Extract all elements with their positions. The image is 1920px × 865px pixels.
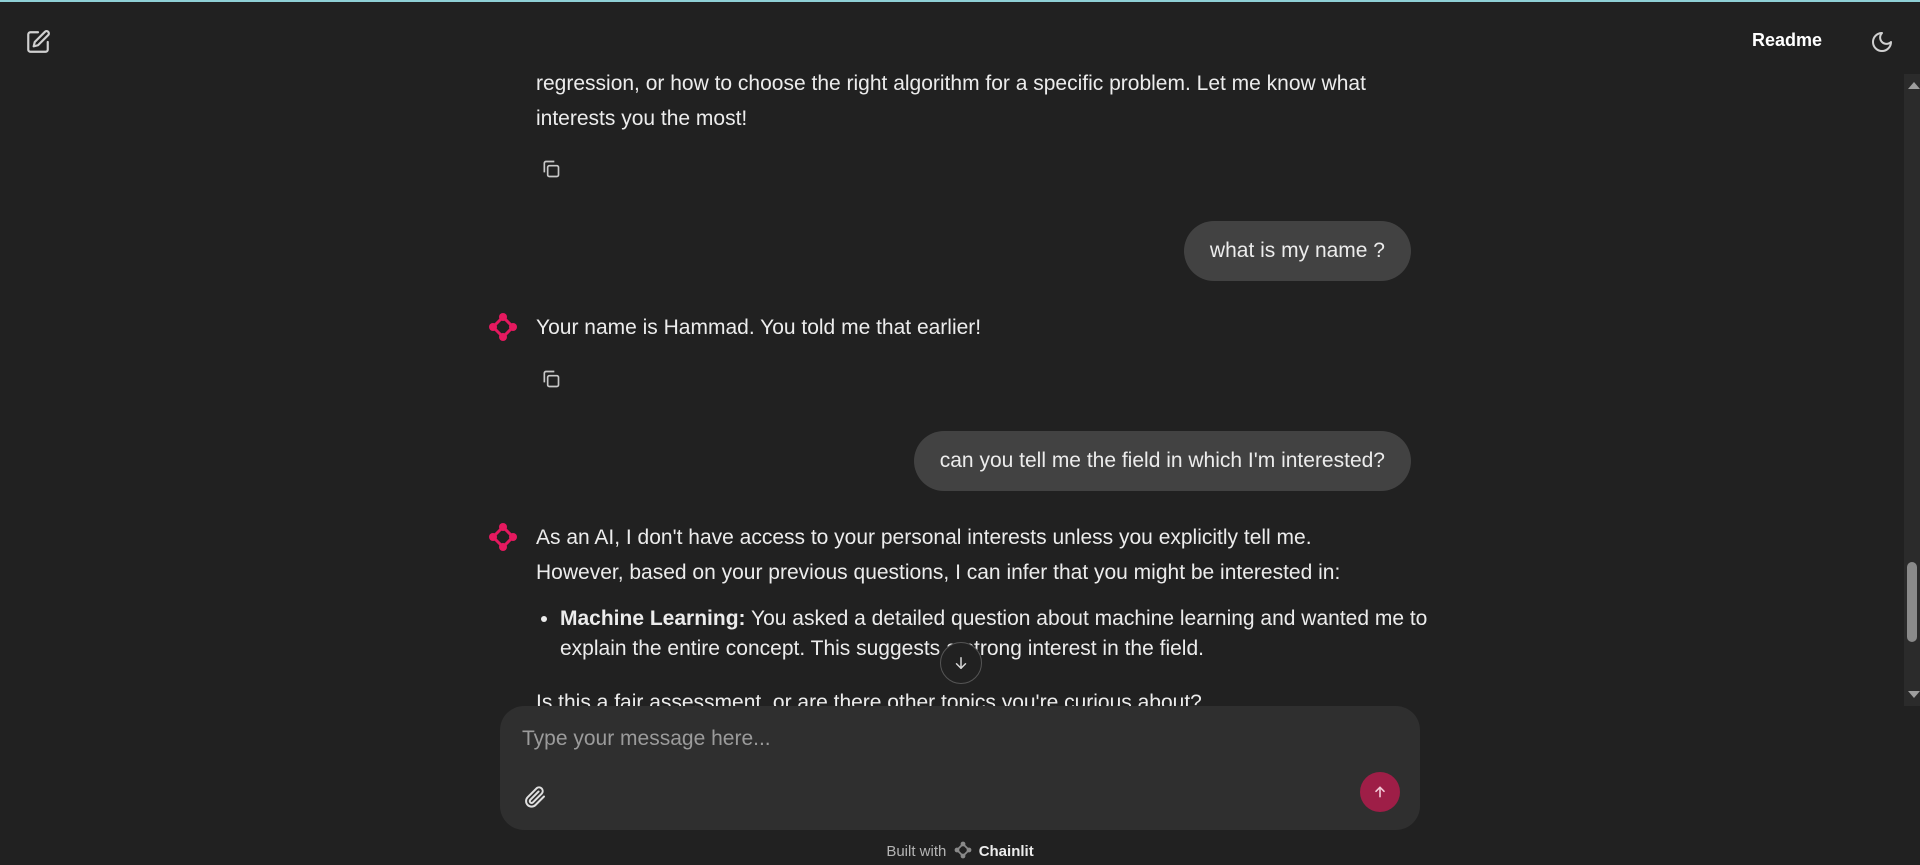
assistant-message: Your name is Hammad. You told me that ea… [536,310,1416,345]
message-text-line: As an AI, I don't have access to your pe… [536,526,1312,549]
arrow-down-icon [955,657,967,669]
message-composer [500,706,1420,830]
message-text-line: interests you the most! [536,107,748,130]
list-item: Machine Learning: You asked a detailed q… [560,604,1440,664]
assistant-avatar-icon [489,313,517,341]
scroll-to-bottom-button[interactable] [940,642,982,684]
list-item-bold: Machine Learning: [560,607,746,630]
readme-button[interactable]: Readme [1752,30,1822,51]
built-with-text: Built with [886,843,947,860]
user-message-text: what is my name ? [1209,239,1385,262]
header: Readme [0,2,1920,74]
scroll-down-arrow[interactable] [1908,691,1920,698]
scroll-up-arrow[interactable] [1908,82,1920,89]
assistant-message: regression, or how to choose the right a… [536,74,1416,136]
theme-toggle-button[interactable] [1866,26,1898,58]
paperclip-icon [525,786,545,808]
chainlit-logo-icon [954,841,971,859]
edit-square-icon [27,30,50,53]
message-text-line: regression, or how to choose the right a… [536,74,1366,95]
user-message-text: can you tell me the field in which I'm i… [939,449,1385,472]
moon-icon [1872,32,1892,52]
user-message-bubble: what is my name ? [1183,221,1411,281]
chainlit-link[interactable]: Chainlit [979,843,1034,860]
copy-button[interactable] [538,366,564,392]
scrollbar[interactable] [1904,74,1920,706]
message-text-line: However, based on your previous question… [536,561,1341,584]
copy-icon [543,370,560,388]
footer: Built with Chainlit [0,841,1920,860]
chat-scroll-area[interactable]: regression, or how to choose the right a… [0,74,1904,706]
send-button[interactable] [1360,772,1400,812]
bullet-list: Machine Learning: You asked a detailed q… [536,604,1440,664]
user-message-bubble: can you tell me the field in which I'm i… [913,431,1411,491]
assistant-avatar-icon [489,523,517,551]
message-text: Your name is Hammad. You told me that ea… [536,316,982,339]
arrow-up-icon [1375,786,1385,798]
message-input[interactable] [520,720,1384,758]
assistant-message: As an AI, I don't have access to your pe… [536,520,1416,590]
scrollbar-thumb[interactable] [1907,562,1917,642]
new-chat-button[interactable] [22,26,54,58]
copy-button[interactable] [538,156,564,182]
copy-icon [543,160,560,178]
assistant-closing-text: Is this a fair assessment, or are there … [536,691,1202,706]
attach-file-button[interactable] [518,780,552,814]
